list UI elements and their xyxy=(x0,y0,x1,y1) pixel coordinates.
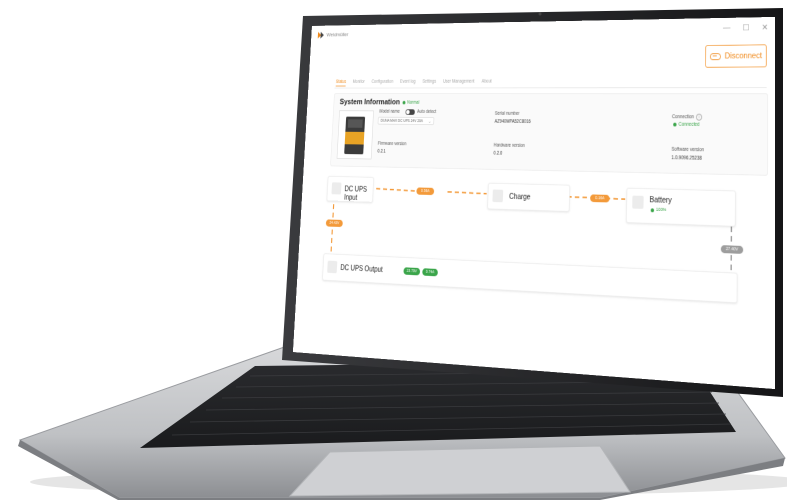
charge-icon xyxy=(492,189,504,203)
battery-status-text: 100% xyxy=(656,207,667,213)
battery-ok-dot-icon xyxy=(650,207,655,212)
dc-ups-input-node: DC UPS Input xyxy=(326,175,374,203)
battery-voltage-pill: 27.40V xyxy=(720,245,744,254)
battery-label: Battery xyxy=(649,195,672,206)
battery-status: 100% xyxy=(650,207,667,213)
input-current-pill: 0.56A xyxy=(416,187,435,196)
app-window: Weidmüller — ☐ ✕ Disconnect Status Monit… xyxy=(292,16,775,389)
dc-input-icon xyxy=(331,182,342,195)
dc-output-icon xyxy=(327,260,338,274)
charge-node: Charge xyxy=(487,182,571,212)
dc-ups-output-label: DC UPS Output xyxy=(340,263,383,275)
battery-node: Battery 100% xyxy=(626,187,736,227)
battery-icon xyxy=(632,195,644,209)
input-voltage-pill: 24.43V xyxy=(325,219,343,228)
dc-ups-input-label: DC UPS Input xyxy=(343,184,368,203)
output-current-pill: 0.74A xyxy=(422,268,438,277)
charge-label: Charge xyxy=(508,192,531,202)
output-voltage-pill: 23.79V xyxy=(403,267,421,276)
charge-current-pill: 0.16A xyxy=(590,194,610,203)
